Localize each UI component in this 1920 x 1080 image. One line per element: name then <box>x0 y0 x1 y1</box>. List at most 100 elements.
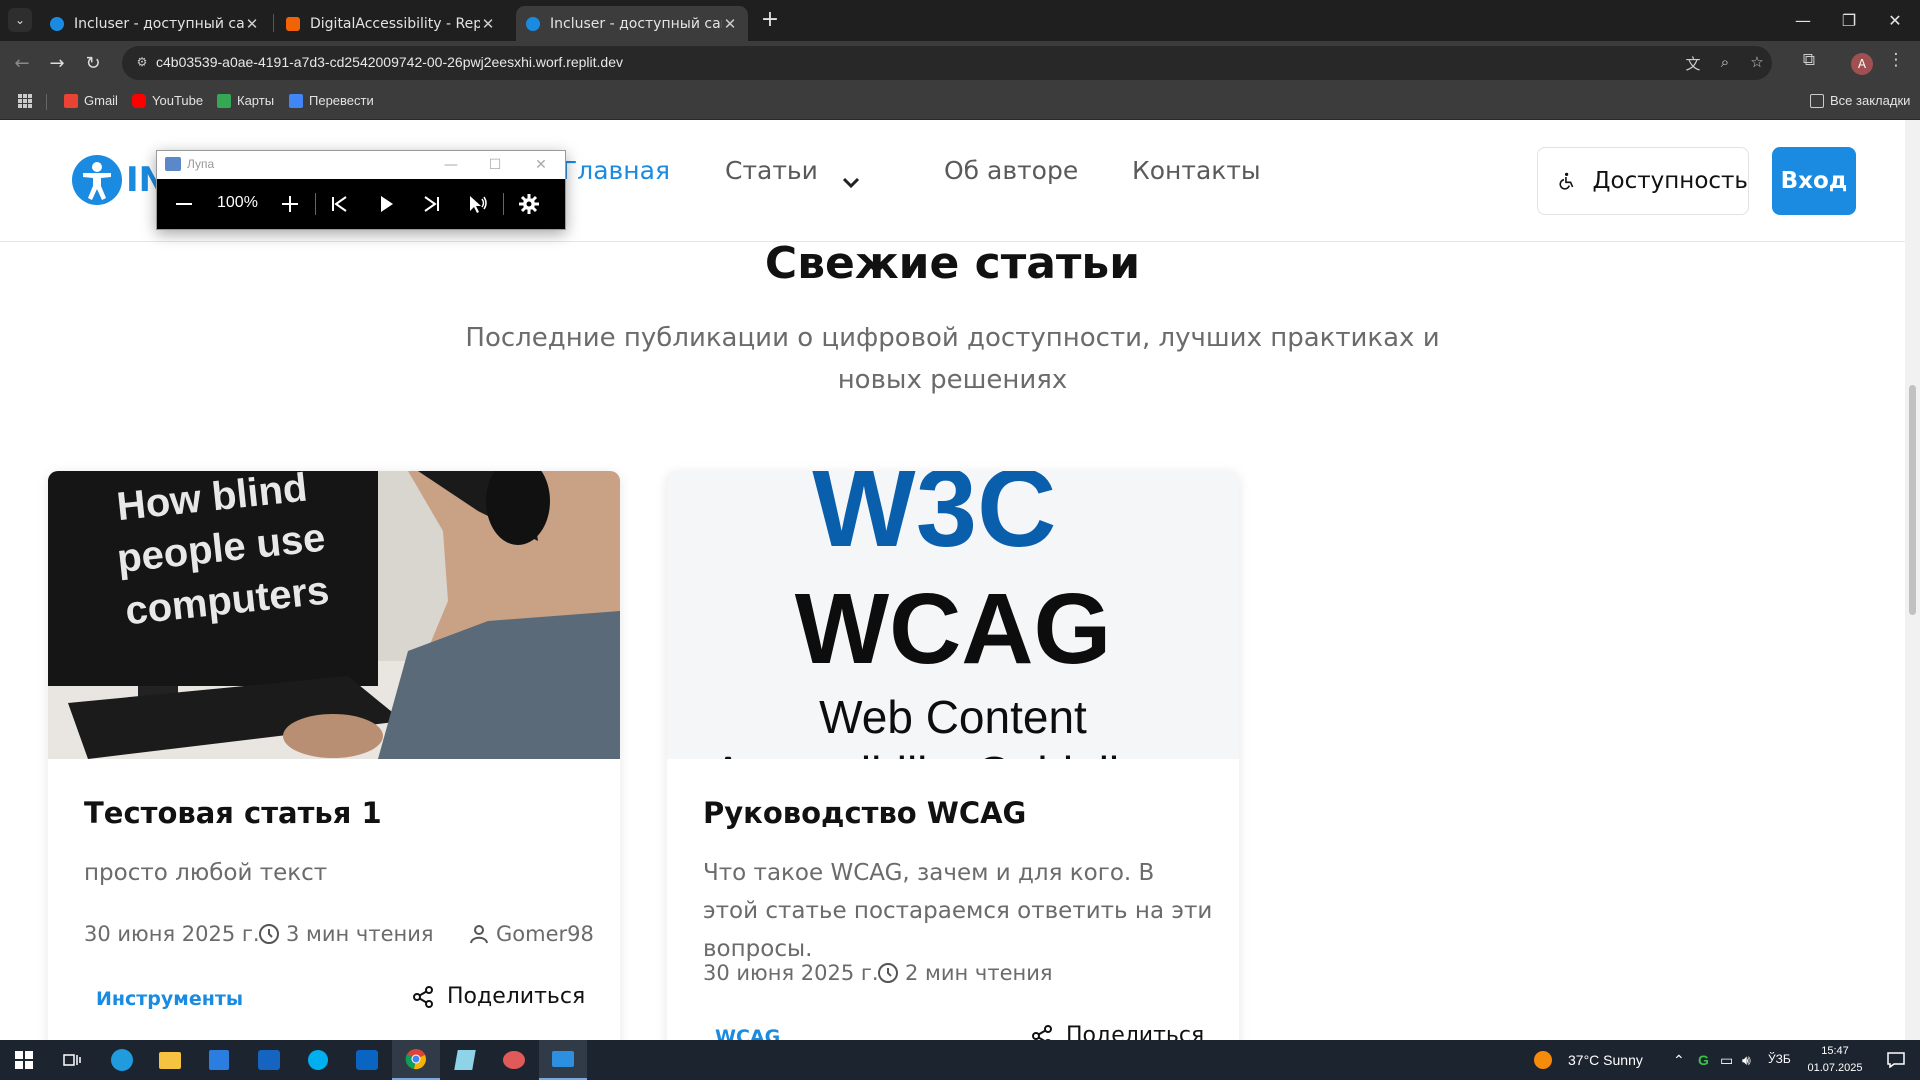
magnifier-toolbar: 100% <box>157 179 565 229</box>
bookmarks-bar: Gmail YouTube Карты Перевести Все заклад… <box>0 84 1920 120</box>
url-text[interactable]: c4b03539-a0ae-4191-a7d3-cd2542009742-00-… <box>156 54 623 70</box>
new-tab-button[interactable]: + <box>758 8 782 32</box>
reload-icon[interactable]: ↻ <box>78 48 108 78</box>
bookmark-youtube[interactable]: YouTube <box>132 93 203 108</box>
bookmark-label: Карты <box>237 93 275 108</box>
article-title[interactable]: Руководство WCAG <box>703 796 1026 830</box>
bookmark-translate[interactable]: Перевести <box>289 93 374 108</box>
outlook-mail-icon[interactable] <box>343 1040 391 1080</box>
magnifier-maximize-icon[interactable]: ☐ <box>485 155 505 175</box>
share-button[interactable]: Поделиться <box>1030 1023 1204 1040</box>
minimize-window-button[interactable]: — <box>1780 0 1826 41</box>
play-icon[interactable] <box>371 189 401 219</box>
close-tab-icon[interactable]: ✕ <box>722 16 738 32</box>
zoom-icon[interactable]: ⌕ <box>1714 53 1736 73</box>
replit-favicon-icon <box>286 16 300 31</box>
browser-tab-2[interactable]: DigitalAccessibility - Replit ✕ <box>276 6 506 41</box>
close-tab-icon[interactable]: ✕ <box>244 16 260 32</box>
previous-paragraph-icon[interactable] <box>324 189 354 219</box>
article-tag-link[interactable]: Инструменты <box>96 988 243 1010</box>
address-bar[interactable]: ⚙ c4b03539-a0ae-4191-a7d3-cd2542009742-0… <box>122 46 1772 80</box>
accessibility-logo-icon[interactable] <box>72 155 122 205</box>
share-label: Поделиться <box>447 984 586 1009</box>
next-paragraph-icon[interactable] <box>417 189 447 219</box>
magnifier-minimize-icon[interactable]: — <box>441 155 461 175</box>
site-info-icon[interactable]: ⚙ <box>134 55 150 71</box>
nav-contacts-link[interactable]: Контакты <box>1132 156 1261 185</box>
section-subtitle: Последние публикации о цифровой доступно… <box>465 323 1440 395</box>
article-read-time: 2 мин чтения <box>877 961 1053 985</box>
chevron-down-icon[interactable] <box>840 172 862 194</box>
share-label: Поделиться <box>1066 1023 1205 1040</box>
microsoft-store-icon[interactable] <box>195 1040 243 1080</box>
clock-icon <box>259 924 279 944</box>
article-image[interactable]: W3C WCAG Web Content Accessibility Guide… <box>667 471 1239 759</box>
user-icon <box>470 925 488 944</box>
accessibility-button[interactable]: Доступность <box>1537 147 1749 215</box>
gear-icon[interactable] <box>514 189 544 219</box>
snipping-tool-icon[interactable] <box>490 1040 538 1080</box>
translate-icon[interactable]: 文 <box>1682 53 1704 73</box>
task-view-icon[interactable] <box>48 1040 96 1080</box>
close-tab-icon[interactable]: ✕ <box>480 16 496 32</box>
browser-tab-3-active[interactable]: Incluser - доступный сайт о доступности … <box>516 6 748 41</box>
input-language[interactable]: ЎЗБ <box>1768 1052 1791 1066</box>
system-clock[interactable]: 15:47 01.07.2025 <box>1800 1043 1870 1077</box>
login-button[interactable]: Вход <box>1772 147 1856 215</box>
back-arrow-icon[interactable]: ← <box>7 48 37 78</box>
bookmark-star-icon[interactable]: ☆ <box>1746 53 1768 73</box>
bookmark-gmail[interactable]: Gmail <box>64 93 118 108</box>
nav-home-link[interactable]: Главная <box>562 156 670 185</box>
browser-menu-icon[interactable]: ⋮ <box>1886 50 1906 76</box>
windows-start-icon[interactable] <box>0 1040 48 1080</box>
article-card[interactable]: W3C WCAG Web Content Accessibility Guide… <box>667 471 1239 1040</box>
forward-arrow-icon[interactable]: → <box>42 48 72 78</box>
nav-about-link[interactable]: Об авторе <box>944 156 1078 185</box>
article-date: 30 июня 2025 г. <box>703 961 879 985</box>
article-image[interactable]: How blind people use computers <box>48 471 620 759</box>
chrome-icon[interactable] <box>392 1040 440 1080</box>
scrollbar-thumb[interactable] <box>1909 385 1916 615</box>
bookmark-maps[interactable]: Карты <box>217 93 274 108</box>
remote-desktop-icon[interactable] <box>539 1040 587 1080</box>
image-caption-line: Web Content <box>819 691 1087 743</box>
magnifier-close-icon[interactable]: ✕ <box>531 155 551 175</box>
apps-grid-icon[interactable] <box>17 93 33 109</box>
restore-window-button[interactable]: ❐ <box>1826 0 1872 41</box>
file-explorer-icon[interactable] <box>146 1040 194 1080</box>
translate-icon <box>289 93 303 108</box>
all-bookmarks-folder[interactable]: Все закладки <box>1810 93 1910 108</box>
skype-icon[interactable] <box>294 1040 342 1080</box>
volume-icon[interactable]: 🔊︎ <box>1742 1052 1751 1069</box>
network-icon[interactable]: ▭ <box>1720 1052 1733 1069</box>
clock-time: 15:47 <box>1821 1045 1849 1057</box>
date-text: 30 июня 2025 г. <box>703 961 879 985</box>
close-window-button[interactable]: ✕ <box>1872 0 1918 41</box>
zoom-out-icon[interactable] <box>169 189 199 219</box>
image-caption-line: Accessibility Guidelines <box>713 747 1194 759</box>
extensions-icon[interactable]: ⧉ <box>1796 50 1822 76</box>
tab-search-button[interactable]: ⌄ <box>8 8 32 32</box>
tray-overflow-icon[interactable]: ⌃ <box>1673 1052 1685 1069</box>
bookmark-separator <box>46 94 47 110</box>
profile-avatar[interactable]: A <box>1851 53 1873 75</box>
notepad-icon[interactable] <box>441 1040 489 1080</box>
article-card[interactable]: How blind people use computers Тестовая … <box>48 471 620 1040</box>
notifications-icon[interactable] <box>1872 1040 1920 1080</box>
weather-icon[interactable] <box>1528 1040 1558 1080</box>
weather-text[interactable]: 37°C Sunny <box>1568 1052 1643 1068</box>
edge-browser-icon[interactable] <box>98 1040 146 1080</box>
page-scrollbar[interactable] <box>1905 120 1920 1040</box>
article-tag-link[interactable]: WCAG <box>715 1026 780 1040</box>
browser-tab-1[interactable]: Incluser - доступный сайт о доступности … <box>40 6 270 41</box>
outlook-icon[interactable] <box>245 1040 293 1080</box>
nav-articles-link[interactable]: Статьи <box>725 156 818 185</box>
read-time-text: 3 мин чтения <box>286 922 434 946</box>
zoom-in-icon[interactable] <box>275 189 305 219</box>
magnifier-titlebar[interactable]: Лупа — ☐ ✕ <box>157 151 565 179</box>
share-button[interactable]: Поделиться <box>411 984 585 1009</box>
article-title[interactable]: Тестовая статья 1 <box>84 796 382 830</box>
magnifier-window[interactable]: Лупа — ☐ ✕ 100% <box>156 150 566 230</box>
read-from-here-icon[interactable] <box>463 189 493 219</box>
tray-app-icon[interactable]: G <box>1698 1052 1709 1068</box>
